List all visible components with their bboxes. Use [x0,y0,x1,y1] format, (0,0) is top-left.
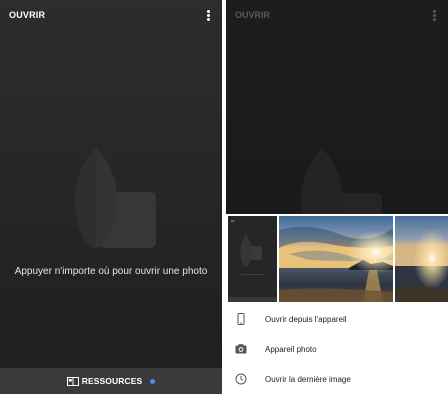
snapseed-leaf-logo [300,148,382,214]
resources-icon [66,376,79,386]
menu-item-label: Ouvrir depuis l'appareil [265,314,347,324]
toolbar-title[interactable]: OUVRIR [9,10,45,20]
open-last-image-item[interactable]: Ouvrir la dernière image [226,364,448,394]
open-photo-prompt[interactable]: Appuyer n'importe où pour ouvrir une pho… [0,266,222,277]
camera-icon [235,344,247,354]
clock-icon [235,373,247,385]
recent-photos-strip: ▪▪▪ — — — — — — — [226,214,448,304]
open-screen-empty[interactable]: OUVRIR Appuyer n'importe où pour ouvrir … [0,0,222,394]
resources-bar[interactable]: RESSOURCES [0,368,222,394]
notification-dot [150,378,156,384]
dimmed-background[interactable]: OUVRIR [226,0,448,214]
open-from-device-item[interactable]: Ouvrir depuis l'appareil [226,304,448,334]
mini-leaf-logo [240,234,262,268]
snapseed-leaf-logo [74,147,156,249]
menu-item-label: Ouvrir la dernière image [265,374,351,384]
menu-item-label: Appareil photo [265,344,317,354]
toolbar: OUVRIR [0,0,222,30]
resources-label[interactable]: RESSOURCES [82,376,143,386]
open-options-menu: Ouvrir depuis l'appareil Appareil photo … [226,304,448,394]
more-vert-icon[interactable] [207,10,211,21]
sunset-beach-photo[interactable] [279,216,393,302]
sunset-photo-partial[interactable] [395,216,448,302]
camera-item[interactable]: Appareil photo [226,334,448,364]
open-screen-sheet: OUVRIR ▪▪▪ — — — — — — — Ouvrir depuis l… [226,0,448,394]
screenshot-thumbnail[interactable]: ▪▪▪ — — — — — — — [228,216,277,302]
phone-icon [237,313,245,325]
more-vert-icon [433,10,437,21]
toolbar-title: OUVRIR [235,10,271,20]
mini-bottom-bar [228,297,277,302]
mini-prompt: — — — — — — — [241,273,264,276]
